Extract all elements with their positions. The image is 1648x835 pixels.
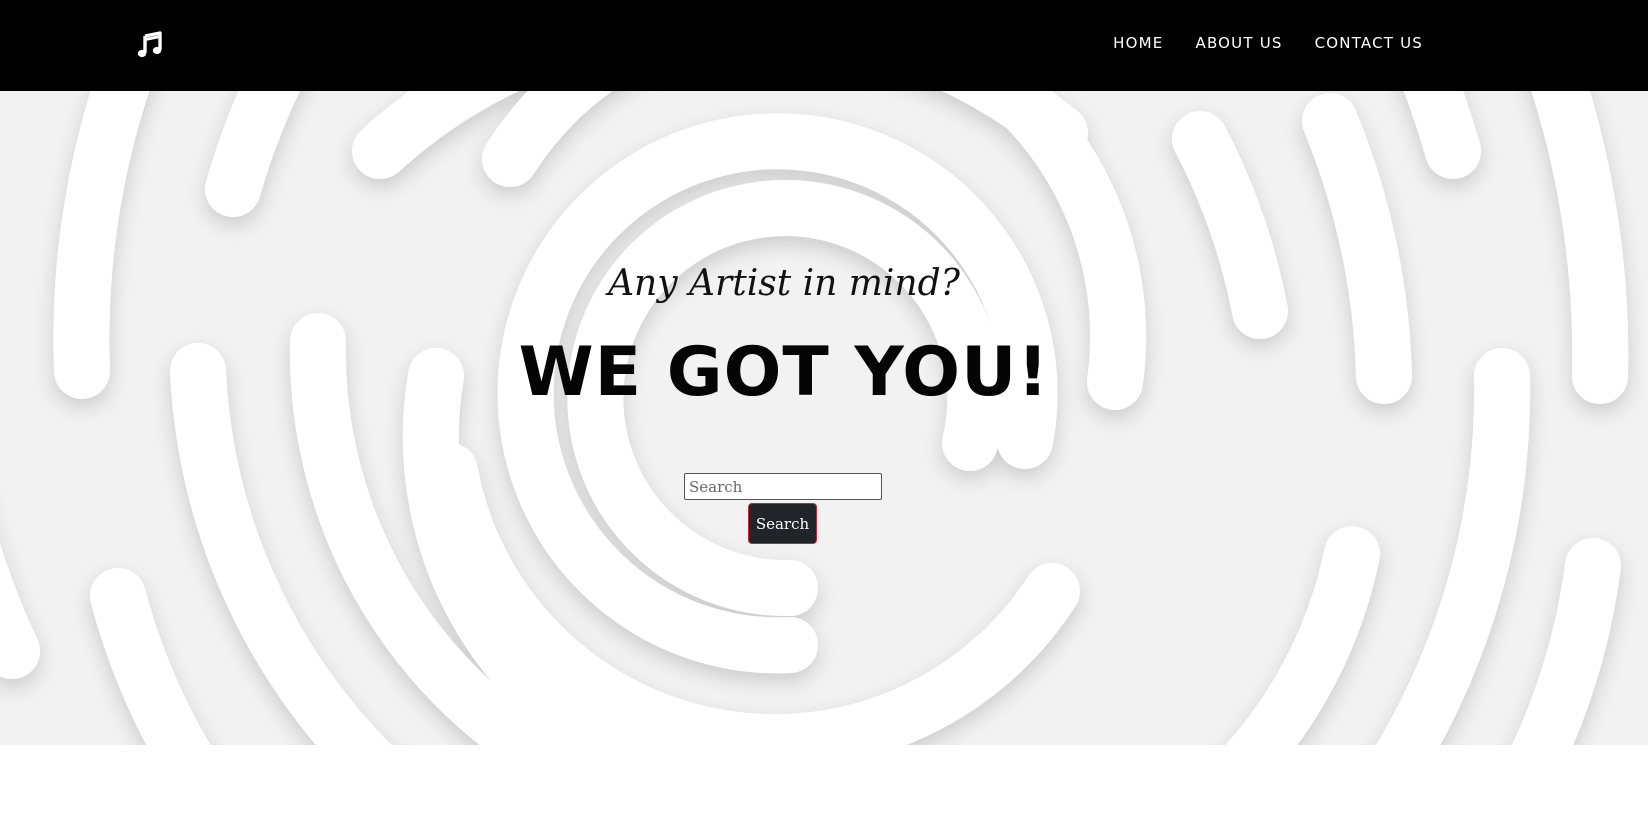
hero-headline: WE GOT YOU! — [518, 333, 1050, 412]
nav-link-home[interactable]: HOME — [1113, 34, 1163, 52]
hero-tagline: Any Artist in mind? — [608, 263, 960, 304]
nav-links: HOME ABOUT US CONTACT US — [1081, 34, 1423, 52]
nav-link-contact-us[interactable]: CONTACT US — [1315, 34, 1423, 52]
navbar: HOME ABOUT US CONTACT US — [0, 0, 1648, 91]
search-button[interactable]: Search — [748, 503, 817, 544]
nav-link-about-us[interactable]: ABOUT US — [1195, 34, 1282, 52]
fingerprint-background — [0, 91, 1629, 745]
search-input[interactable] — [684, 473, 882, 500]
music-note-icon[interactable] — [136, 31, 164, 59]
hero-section: Any Artist in mind? WE GOT YOU! Search — [0, 91, 1648, 745]
